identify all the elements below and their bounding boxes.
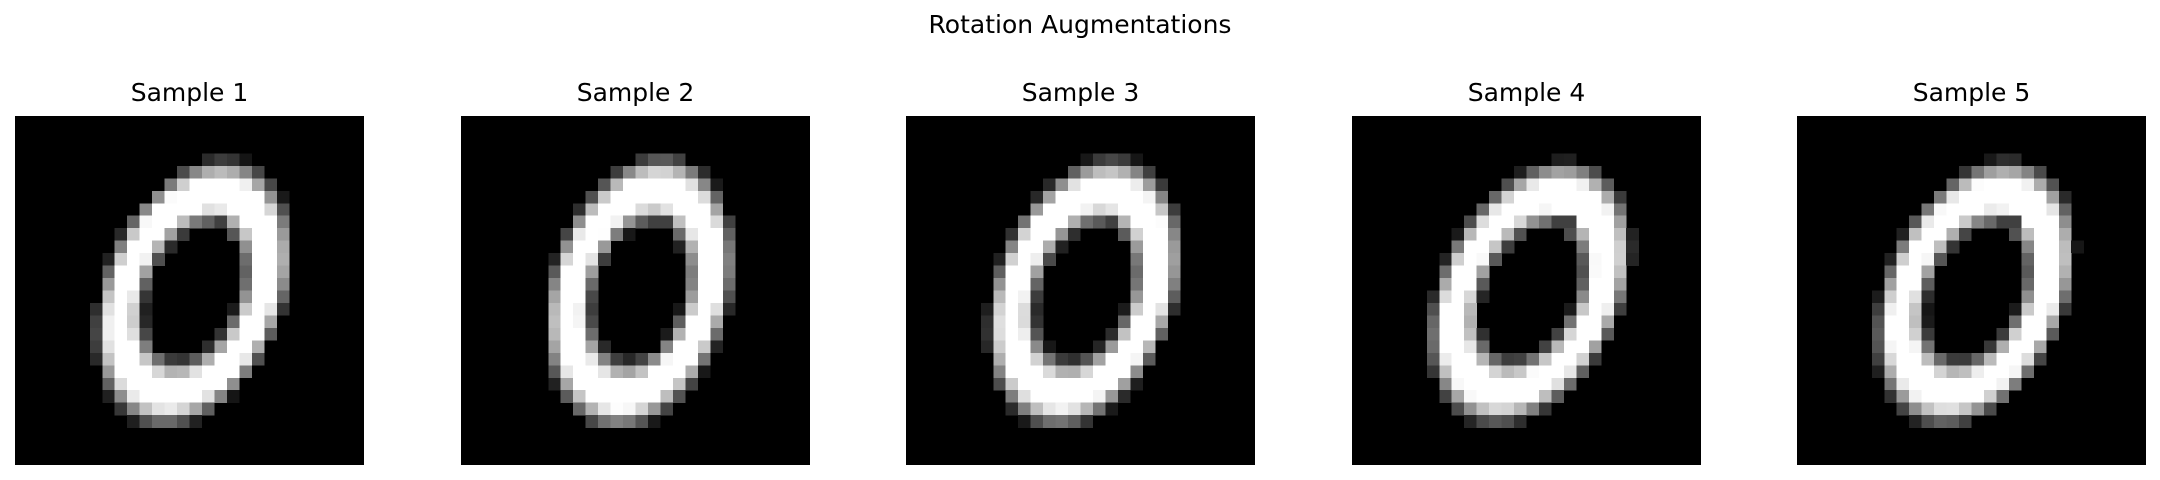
sample-panel-4: Sample 4: [1352, 78, 1701, 468]
figure-title: Rotation Augmentations: [928, 10, 1232, 39]
sample-title: Sample 2: [576, 78, 695, 107]
digit-image: [1797, 116, 2146, 465]
sample-title: Sample 4: [1467, 78, 1586, 107]
digit-image: [15, 116, 364, 465]
digit-image: [1352, 116, 1701, 465]
sample-panel-1: Sample 1: [15, 78, 364, 468]
sample-panel-3: Sample 3: [906, 78, 1255, 468]
digit-image: [461, 116, 810, 465]
sample-title: Sample 5: [1912, 78, 2031, 107]
digit-image: [906, 116, 1255, 465]
sample-title: Sample 1: [130, 78, 249, 107]
sample-panel-2: Sample 2: [461, 78, 810, 468]
sample-panel-5: Sample 5: [1797, 78, 2146, 468]
sample-title: Sample 3: [1021, 78, 1140, 107]
